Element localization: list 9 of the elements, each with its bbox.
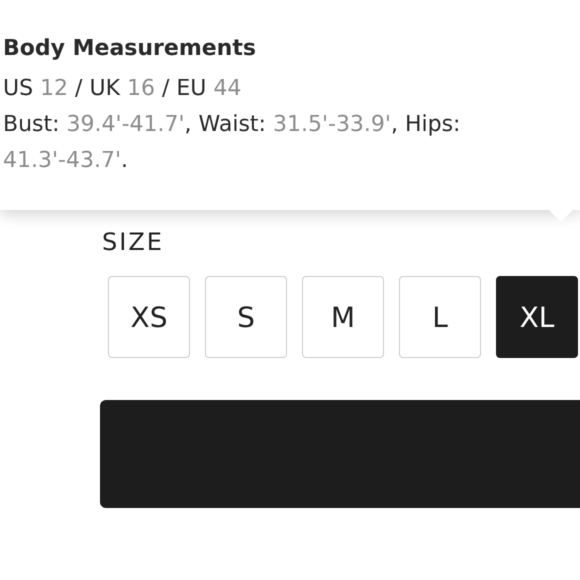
measurement-text: Bust: 39.4'-41.7', Waist: 31.5'-33.9', Hips: 41.3'-43.7'. — [3, 111, 462, 175]
size-option[interactable]: S — [205, 276, 287, 358]
size-option[interactable]: L — [399, 276, 481, 358]
size-label: SIZE — [102, 228, 165, 256]
size-option[interactable]: M — [302, 276, 384, 358]
size-option[interactable]: XL — [496, 276, 578, 358]
tooltip-title: Body Measurements — [3, 36, 257, 61]
size-option[interactable]: XS — [108, 276, 190, 358]
measurement-text: US 12 / UK 16 / EU 44 — [3, 75, 242, 103]
